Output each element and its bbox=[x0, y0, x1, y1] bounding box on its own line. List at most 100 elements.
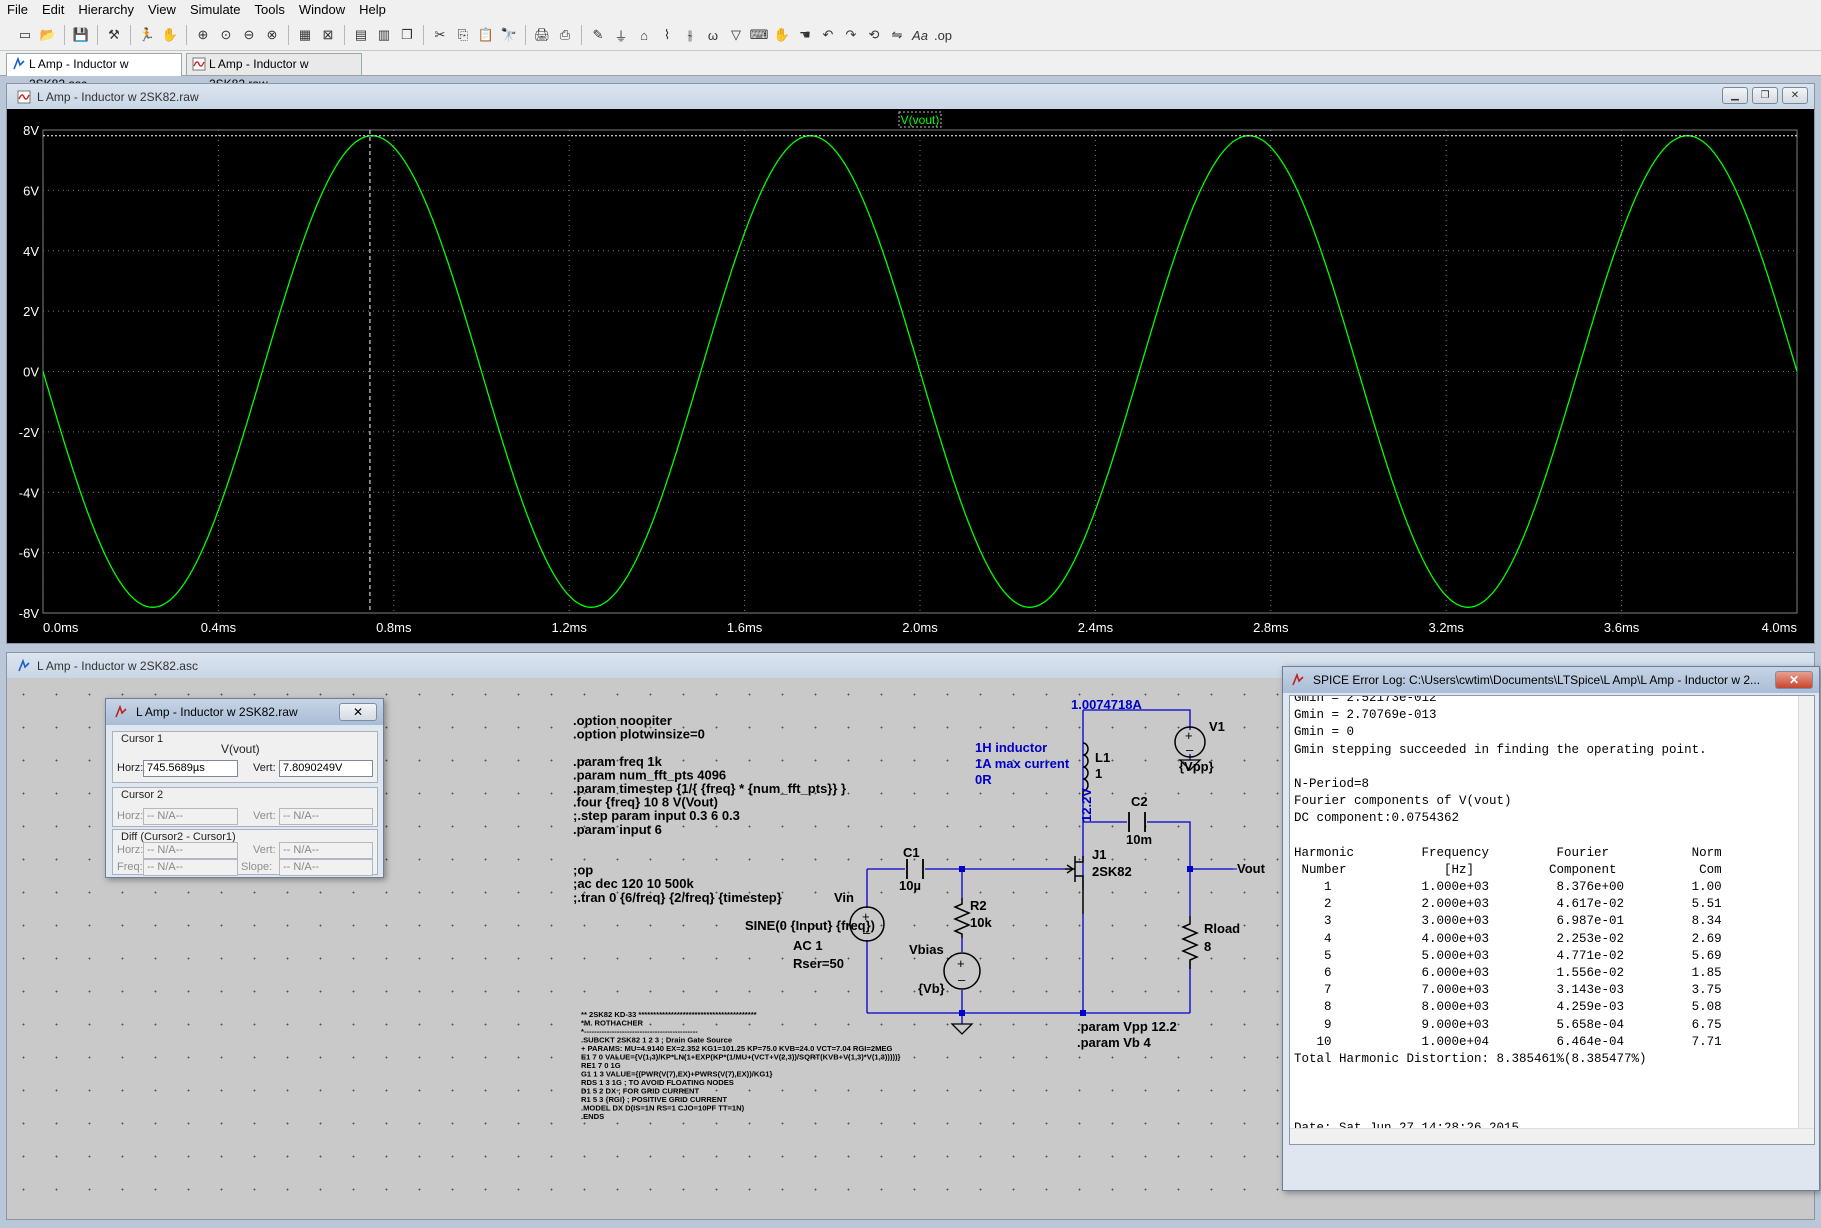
Vbias-name[interactable]: Vbias bbox=[909, 942, 944, 957]
resistor-R2[interactable] bbox=[953, 898, 971, 938]
capacitor-C1[interactable] bbox=[906, 859, 924, 879]
resistor-Rload[interactable] bbox=[1181, 916, 1199, 969]
inductor-note-3[interactable]: 0R bbox=[975, 772, 992, 787]
waveform-plot[interactable]: 0.0ms 0.4ms 0.8ms 1.2ms 1.6ms 2.0ms 2.4ms 2.8ms… bbox=[7, 109, 1814, 643]
minimize-button[interactable]: ▁ bbox=[1722, 87, 1748, 104]
zoom-in-icon[interactable]: ⊕ bbox=[192, 24, 214, 46]
waveform-window-titlebar[interactable]: L Amp - Inductor w 2SK82.raw ▁ ❐ ✕ bbox=[7, 84, 1814, 109]
Vin-name[interactable]: Vin bbox=[834, 890, 854, 905]
model-line[interactable]: .ENDS bbox=[581, 1112, 604, 1121]
find-icon[interactable]: 🔭 bbox=[498, 24, 520, 46]
param-line[interactable]: .param Vb 4 bbox=[1077, 1035, 1151, 1050]
halt-icon[interactable]: ✋ bbox=[159, 24, 181, 46]
model-line[interactable]: .MODEL DX D(IS=1N RS=1 CJO=10PF TT=1N) bbox=[581, 1104, 745, 1113]
cursor-dialog-titlebar[interactable]: L Amp - Inductor w 2SK82.raw ✕ bbox=[106, 699, 383, 725]
rotate-icon[interactable]: ⟲ bbox=[863, 24, 885, 46]
ground-icon[interactable] bbox=[950, 1023, 974, 1035]
inductor-note-1[interactable]: 1H inductor bbox=[975, 740, 1047, 755]
print-preview-icon[interactable]: ⎙ bbox=[554, 24, 576, 46]
diode-icon[interactable]: ▽ bbox=[725, 24, 747, 46]
trace-label[interactable]: V(vout) bbox=[901, 113, 940, 127]
Vin-rser[interactable]: Rser=50 bbox=[793, 956, 844, 971]
open-icon[interactable]: 📂 bbox=[37, 24, 59, 46]
pan-icon[interactable]: ⊙ bbox=[215, 24, 237, 46]
inductor-icon[interactable]: ω bbox=[702, 24, 724, 46]
directive-line[interactable]: ;.tran 0 {6/freq} {2/freq} {timestep} bbox=[573, 890, 782, 905]
error-log-titlebar[interactable]: SPICE Error Log: C:\Users\cwtim\Document… bbox=[1283, 667, 1819, 693]
drag-icon[interactable]: ☚ bbox=[794, 24, 816, 46]
mirror-icon[interactable]: ⇋ bbox=[886, 24, 908, 46]
V1-name[interactable]: V1 bbox=[1209, 719, 1225, 734]
directive-line[interactable]: .option plotwinsize=0 bbox=[573, 727, 705, 742]
Vin-value[interactable]: SINE(0 {Input} {freq}) bbox=[745, 918, 875, 933]
cursor1-horz-field[interactable]: 745.5689µs bbox=[143, 760, 238, 777]
close-button[interactable]: ✕ bbox=[1775, 671, 1813, 689]
voltage-source-Vbias[interactable]: + – bbox=[943, 952, 981, 990]
text-icon[interactable]: Aa bbox=[909, 24, 931, 46]
tab-waveform[interactable]: L Amp - Inductor w 2SK82.raw bbox=[186, 53, 362, 91]
C1-name[interactable]: C1 bbox=[903, 845, 920, 860]
wire-icon[interactable]: ✎ bbox=[587, 24, 609, 46]
param-directives[interactable]: .param Vpp 12.2.param Vb 4 bbox=[1077, 1019, 1177, 1050]
label-net-icon[interactable]: ⌂ bbox=[633, 24, 655, 46]
menu-edit[interactable]: Edit bbox=[35, 0, 71, 20]
Rload-value[interactable]: 8 bbox=[1204, 939, 1211, 954]
cursor1-vert-field[interactable]: 7.8090249V bbox=[279, 760, 373, 777]
tab-schematic[interactable]: L Amp - Inductor w 2SK82.asc bbox=[6, 53, 182, 91]
capacitor-icon[interactable]: ⫳ bbox=[679, 24, 701, 46]
R2-name[interactable]: R2 bbox=[970, 898, 987, 913]
menu-hierarchy[interactable]: Hierarchy bbox=[71, 0, 141, 20]
horizontal-scrollbar[interactable] bbox=[1290, 1128, 1814, 1144]
inductor-note-2[interactable]: 1A max current bbox=[975, 756, 1070, 771]
cascade-icon[interactable]: ❐ bbox=[396, 24, 418, 46]
L1-value[interactable]: 1 bbox=[1095, 766, 1102, 781]
close-button[interactable]: ✕ bbox=[1782, 87, 1808, 104]
menu-simulate[interactable]: Simulate bbox=[183, 0, 248, 20]
menu-window[interactable]: Window bbox=[292, 0, 352, 20]
V1-value[interactable]: {Vpp} bbox=[1179, 759, 1214, 774]
menu-help[interactable]: Help bbox=[352, 0, 393, 20]
autorange-icon[interactable]: ▦ bbox=[294, 24, 316, 46]
menu-view[interactable]: View bbox=[141, 0, 183, 20]
plot-pane[interactable]: 0.0ms 0.4ms 0.8ms 1.2ms 1.6ms 2.0ms 2.4ms 2.8ms… bbox=[7, 109, 1814, 643]
tile-vertical-icon[interactable]: ▥ bbox=[373, 24, 395, 46]
Vin-ac[interactable]: AC 1 bbox=[793, 938, 823, 953]
spice-directive-icon[interactable]: .op bbox=[932, 24, 954, 46]
jfet-J1[interactable] bbox=[1065, 856, 1084, 914]
error-log-text-area[interactable]: Gmin = 2.52173e-012 Gmin = 2.70769e-013 Gm… bbox=[1289, 695, 1815, 1145]
schematic-canvas[interactable]: .option noopiter .option plotwinsize=0 .pa… bbox=[7, 666, 1820, 1219]
J1-name[interactable]: J1 bbox=[1092, 847, 1106, 862]
C1-value[interactable]: 10µ bbox=[899, 878, 921, 893]
close-button[interactable]: ✕ bbox=[339, 703, 377, 721]
Rload-name[interactable]: Rload bbox=[1204, 921, 1240, 936]
J1-value[interactable]: 2SK82 bbox=[1092, 864, 1132, 879]
cut-icon[interactable]: ✂ bbox=[429, 24, 451, 46]
C2-value[interactable]: 10m bbox=[1126, 832, 1152, 847]
new-schematic-icon[interactable]: ▭ bbox=[14, 24, 36, 46]
menu-tools[interactable]: Tools bbox=[248, 0, 292, 20]
ground-icon[interactable]: ⏚ bbox=[610, 24, 632, 46]
spice-directives[interactable]: .option noopiter.option plotwinsize=0.pa… bbox=[573, 713, 846, 905]
print-icon[interactable]: 🖨 bbox=[531, 24, 553, 46]
directive-line[interactable]: .param input 6 bbox=[573, 822, 662, 837]
resistor-icon[interactable]: ⌇ bbox=[656, 24, 678, 46]
zoom-fit-icon[interactable]: ⊗ bbox=[261, 24, 283, 46]
run-icon[interactable]: 🏃 bbox=[136, 24, 158, 46]
model-line[interactable]: E1 7 0 VALUE={V(1,3)/KP*LN(1+EXP(KP*(1/M… bbox=[581, 1053, 901, 1062]
vertical-scrollbar[interactable] bbox=[1798, 696, 1814, 1144]
copy-icon[interactable]: ⎘ bbox=[452, 24, 474, 46]
param-line[interactable]: .param Vpp 12.2 bbox=[1077, 1019, 1177, 1034]
tile-horizontal-icon[interactable]: ▤ bbox=[350, 24, 372, 46]
Vbias-value[interactable]: {Vb} bbox=[918, 981, 945, 996]
capacitor-C2[interactable] bbox=[1128, 812, 1146, 832]
undo-icon[interactable]: ↶ bbox=[817, 24, 839, 46]
save-icon[interactable]: 💾 bbox=[70, 24, 92, 46]
component-icon[interactable]: ⌨ bbox=[748, 24, 770, 46]
delete-trace-icon[interactable]: ⊠ bbox=[317, 24, 339, 46]
menu-file[interactable]: File bbox=[0, 0, 35, 20]
C2-name[interactable]: C2 bbox=[1131, 794, 1148, 809]
subckt-model-text[interactable]: ** 2SK82 KD-33 *************************… bbox=[581, 1010, 901, 1121]
paste-icon[interactable]: 📋 bbox=[475, 24, 497, 46]
redo-icon[interactable]: ↷ bbox=[840, 24, 862, 46]
vout-label[interactable]: Vout bbox=[1237, 861, 1266, 876]
